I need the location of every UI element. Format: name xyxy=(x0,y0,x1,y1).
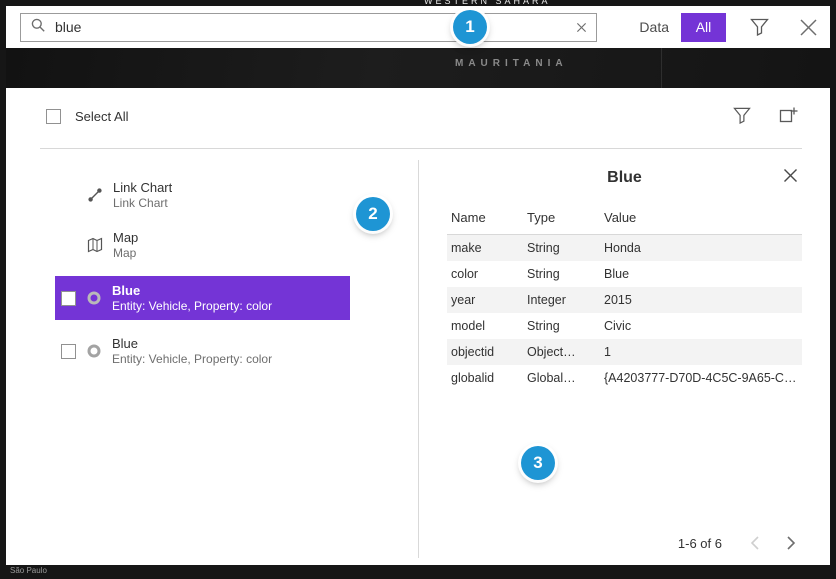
list-item-map[interactable]: Map Map xyxy=(55,220,350,270)
list-item-subtitle: Entity: Vehicle, Property: color xyxy=(112,352,272,367)
map-icon xyxy=(87,237,103,253)
list-item-blue-selected[interactable]: Blue Entity: Vehicle, Property: color xyxy=(55,276,350,320)
panel-divider xyxy=(40,148,802,149)
table-row: year Integer 2015 xyxy=(447,287,802,313)
select-all-row: Select All xyxy=(46,109,128,124)
filter-icon[interactable] xyxy=(750,18,769,36)
list-item-title: Map xyxy=(113,230,138,246)
column-header: Type xyxy=(523,210,600,225)
pagination: 1-6 of 6 xyxy=(678,535,796,551)
map-label-mauritania: MAURITANIA xyxy=(455,58,568,69)
callout-badge-2: 2 xyxy=(356,197,390,231)
list-item-subtitle: Link Chart xyxy=(113,196,172,211)
clear-search-icon[interactable] xyxy=(576,22,587,33)
detail-title: Blue xyxy=(419,169,830,187)
list-item-subtitle: Map xyxy=(113,246,138,261)
close-search-icon[interactable] xyxy=(799,18,818,37)
data-all-toggle: Data All xyxy=(627,13,726,42)
property-table-header: Name Type Value xyxy=(447,206,802,235)
cell-name: color xyxy=(447,267,523,281)
cell-name: objectid xyxy=(447,345,523,359)
results-filter-icon[interactable] xyxy=(733,106,751,124)
search-toolbar: Data All xyxy=(6,6,830,48)
pagination-label: 1-6 of 6 xyxy=(678,536,722,551)
cell-type: Global… xyxy=(523,371,600,385)
list-item-link-chart[interactable]: Link Chart Link Chart xyxy=(55,170,350,220)
search-box xyxy=(20,13,597,42)
list-item-blue[interactable]: Blue Entity: Vehicle, Property: color xyxy=(55,326,350,376)
table-row: color String Blue xyxy=(447,261,802,287)
link-chart-icon xyxy=(87,187,103,203)
entity-icon xyxy=(86,343,102,359)
page-prev-icon[interactable] xyxy=(750,535,760,551)
search-input[interactable] xyxy=(55,19,576,35)
page-next-icon[interactable] xyxy=(786,535,796,551)
list-item-subtitle: Entity: Vehicle, Property: color xyxy=(112,299,272,314)
data-toggle-button[interactable]: Data xyxy=(627,13,681,42)
column-header: Value xyxy=(600,210,802,225)
search-icon xyxy=(30,17,46,38)
detail-panel: Blue Name Type Value make String Honda xyxy=(419,160,830,565)
table-row: globalid Global… {A4203777-D70D-4C5C-9A6… xyxy=(447,365,802,391)
all-toggle-button[interactable]: All xyxy=(681,13,726,42)
list-item-title: Blue xyxy=(112,283,272,299)
callout-badge-3: 3 xyxy=(521,446,555,480)
column-header: Name xyxy=(447,210,523,225)
table-row: make String Honda xyxy=(447,235,802,261)
list-item-title: Link Chart xyxy=(113,180,172,196)
map-label-bottom: São Paulo xyxy=(10,566,47,575)
add-selection-icon[interactable] xyxy=(779,106,798,124)
entity-icon xyxy=(86,290,102,306)
cell-type: String xyxy=(523,319,600,333)
select-all-checkbox[interactable] xyxy=(46,109,61,124)
cell-value: Honda xyxy=(600,241,802,255)
cell-type: Integer xyxy=(523,293,600,307)
detail-close-icon[interactable] xyxy=(783,168,798,183)
cell-value: {A4203777-D70D-4C5C-9A65-C… xyxy=(600,371,802,385)
search-results-panel: Select All Link Chart Link Chart xyxy=(6,88,830,565)
list-item-title: Blue xyxy=(112,336,272,352)
cell-type: String xyxy=(523,267,600,281)
table-row: objectid Object… 1 xyxy=(447,339,802,365)
cell-value: 2015 xyxy=(600,293,802,307)
list-item-checkbox[interactable] xyxy=(61,344,76,359)
cell-type: Object… xyxy=(523,345,600,359)
table-row: model String Civic xyxy=(447,313,802,339)
cell-value: 1 xyxy=(600,345,802,359)
callout-badge-1: 1 xyxy=(453,10,487,44)
cell-value: Blue xyxy=(600,267,802,281)
panel-actions xyxy=(733,106,798,124)
result-list: Link Chart Link Chart Map Map xyxy=(6,160,418,565)
cell-type: String xyxy=(523,241,600,255)
property-table: Name Type Value make String Honda color … xyxy=(447,206,802,391)
cell-name: year xyxy=(447,293,523,307)
select-all-label: Select All xyxy=(75,109,128,124)
cell-name: model xyxy=(447,319,523,333)
cell-name: globalid xyxy=(447,371,523,385)
map-background: MAURITANIA xyxy=(6,48,830,88)
list-item-checkbox[interactable] xyxy=(61,291,76,306)
cell-name: make xyxy=(447,241,523,255)
app-window: WESTERN SAHARA MAURITANIA São Paulo Data… xyxy=(0,0,836,579)
cell-value: Civic xyxy=(600,319,802,333)
